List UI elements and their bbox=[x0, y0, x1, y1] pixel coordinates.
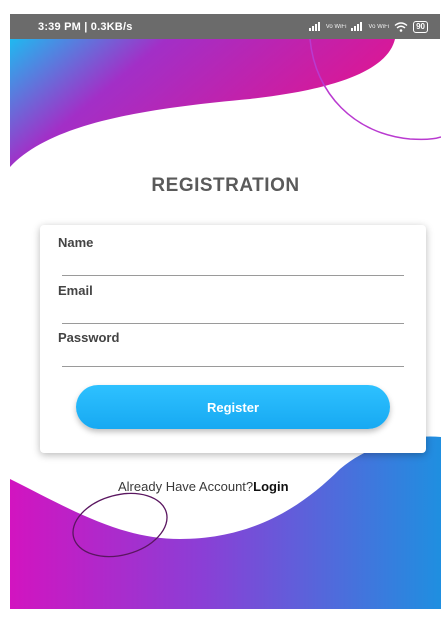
login-prompt-text: Already Have Account? bbox=[118, 479, 254, 494]
login-link[interactable]: Login bbox=[253, 479, 288, 494]
volte-wifi-label: Vo WiFi bbox=[368, 23, 390, 30]
register-button[interactable]: Register bbox=[76, 385, 390, 429]
registration-screen: 3:39 PM | 0.3KB/s Vo WiFi Vo WiFi 90 REG… bbox=[0, 0, 441, 618]
volte-wifi-label: Vo WiFi bbox=[325, 23, 347, 30]
status-time-speed: 3:39 PM | 0.3KB/s bbox=[38, 20, 133, 33]
email-input[interactable] bbox=[62, 301, 404, 324]
login-prompt: Already Have Account?Login bbox=[118, 479, 289, 494]
status-icons: Vo WiFi Vo WiFi 90 bbox=[308, 20, 428, 33]
wifi-icon bbox=[394, 21, 408, 32]
email-label: Email bbox=[58, 283, 93, 298]
password-input[interactable] bbox=[62, 344, 404, 367]
page-title: REGISTRATION bbox=[151, 175, 300, 196]
password-label: Password bbox=[58, 330, 120, 345]
status-bar: 3:39 PM | 0.3KB/s Vo WiFi Vo WiFi 90 bbox=[10, 14, 440, 39]
app-content: REGISTRATION Name Email Password Registe… bbox=[10, 39, 441, 609]
name-label: Name bbox=[58, 235, 94, 250]
signal-icon bbox=[308, 22, 320, 31]
registration-form-card: Name Email Password Register bbox=[40, 225, 426, 453]
signal-icon bbox=[351, 22, 363, 31]
battery-icon: 90 bbox=[413, 20, 428, 33]
name-input[interactable] bbox=[62, 253, 404, 276]
